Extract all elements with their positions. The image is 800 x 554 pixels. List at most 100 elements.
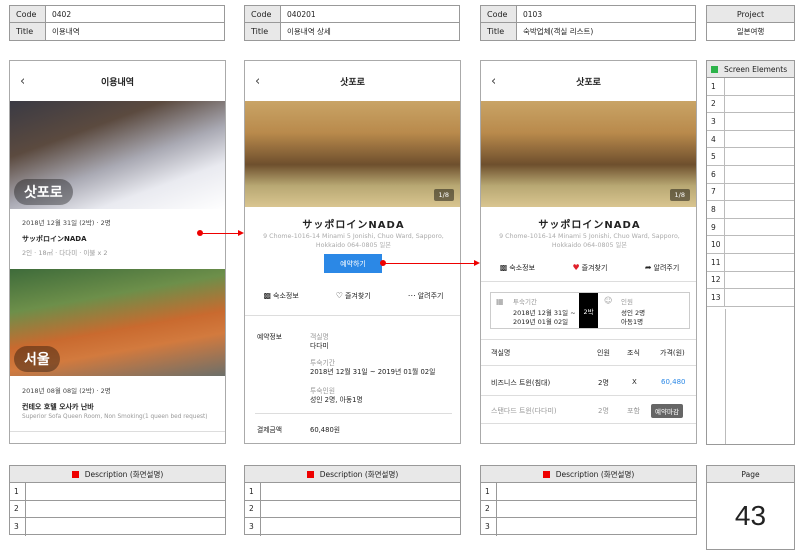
phone-room-list: ‹ 삿포로 1/8 サッポロインNADA 9 Chome-1016-14 Min… xyxy=(480,60,697,444)
col-price: 가격(원) xyxy=(660,349,685,357)
info-action[interactable]: ▩ 숙소정보 xyxy=(500,263,535,273)
phone-usage-history: ‹ 이용내역 삿포로 2018년 12월 31일 (2박) · 2명 サッポロイ… xyxy=(9,60,226,444)
project-label: Project xyxy=(707,6,794,23)
period-label: 투숙기간 xyxy=(513,298,537,306)
project-value: 일본여행 xyxy=(736,27,765,36)
title-text: Screen Elements xyxy=(724,64,788,74)
code-label: Code xyxy=(245,6,281,22)
period-value: 2018년 12월 31일 ~ 2019년 01월 02일 xyxy=(310,368,436,376)
favorite-label: 즐겨찾기 xyxy=(581,264,608,272)
city-badge: 삿포로 xyxy=(14,179,73,205)
title-text: Description (화면설명) xyxy=(319,469,399,479)
col-room: 객실명 xyxy=(491,349,511,357)
table-row: 스탠다드 트윈(다다미) 2명 포함 예약마감 xyxy=(481,399,696,421)
guests-line: 아동1명 xyxy=(621,318,644,326)
info-label: 숙소정보 xyxy=(273,292,299,300)
row-number: 7 xyxy=(707,183,725,201)
code-label: Code xyxy=(10,6,46,22)
back-arrow-icon[interactable]: ‹ xyxy=(20,74,25,89)
arrow-head-icon xyxy=(238,230,244,236)
row-number: 1 xyxy=(245,483,261,500)
row-number: 4 xyxy=(707,130,725,148)
guests-value: 성인 2명, 아동1명 xyxy=(310,396,363,404)
description-table-1: Description (화면설명) 1 2 3 xyxy=(9,465,226,536)
row-number: 1 xyxy=(707,78,725,95)
date-guest-selector[interactable]: ▦ 투숙기간 2018년 12월 31일 ~ 2019년 01월 02일 2박 … xyxy=(490,292,690,329)
row-number: 2 xyxy=(245,500,261,517)
divider xyxy=(481,365,696,366)
row-number: 11 xyxy=(707,253,725,271)
pay-label: 결제금액 xyxy=(257,426,283,434)
row-number: 9 xyxy=(707,218,725,236)
heart-filled-icon: ♥ xyxy=(572,263,580,272)
screen-header-1: Code 0402 Title 이용내역 xyxy=(9,5,225,41)
row-number: 3 xyxy=(481,518,497,536)
share-arrow-icon: ➦ xyxy=(644,263,652,272)
description-table-2: Description (화면설명) 1 2 3 xyxy=(244,465,461,536)
title-label: Title xyxy=(10,23,46,40)
title-label: Title xyxy=(245,23,281,40)
address-line: 9 Chome-1016-14 Minami 5 Jonishi, Chuo W… xyxy=(499,233,680,240)
screen-header-3: Code 0103 Title 숙박업체(객실 리스트) xyxy=(480,5,696,41)
description-title: Description (화면설명) xyxy=(10,466,225,483)
phone-header: ‹ 삿포로 xyxy=(245,61,460,101)
room-name: 스탠다드 트윈(다다미) xyxy=(491,407,557,415)
hotel-photo[interactable] xyxy=(481,101,696,207)
screen-elements-panel: Screen Elements 1 2 3 4 5 6 7 8 9 10 11 … xyxy=(706,60,795,445)
description-title: Description (화면설명) xyxy=(481,466,696,483)
red-square-icon xyxy=(71,470,79,478)
item-date: 2018년 12월 31일 (2박) · 2명 xyxy=(22,219,111,227)
hotel-photo[interactable] xyxy=(245,101,460,207)
page-title: 삿포로 xyxy=(576,77,601,88)
screen-header-2: Code 040201 Title 이용내역 상세 xyxy=(244,5,460,41)
share-action[interactable]: ⋯ 알려주기 xyxy=(408,291,444,301)
title-value: 이용내역 상세 xyxy=(287,27,331,36)
divider xyxy=(10,431,225,432)
project-box: Project 일본여행 xyxy=(706,5,795,41)
page-box: Page 43 xyxy=(706,465,795,550)
row-number: 6 xyxy=(707,165,725,183)
action-bar: ▩ 숙소정보 ♥ 즐겨찾기 ➦ 알려주기 xyxy=(481,263,696,273)
hotel-address: 9 Chome-1016-14 Minami 5 Jonishi, Chuo W… xyxy=(489,232,690,250)
screen-elements-title: Screen Elements xyxy=(707,61,794,78)
hotel-name: サッポロインNADA xyxy=(302,220,405,231)
divider xyxy=(481,339,696,340)
calendar-icon: ▦ xyxy=(496,297,504,306)
info-action[interactable]: ▩ 숙소정보 xyxy=(263,291,298,301)
favorite-action[interactable]: ♡ 즐겨찾기 xyxy=(336,291,371,301)
room-value: 다다미 xyxy=(310,342,329,350)
title-value: 숙박업체(객실 리스트) xyxy=(523,27,594,36)
item-info: Superior Sofa Queen Room, Non Smoking(1 … xyxy=(22,414,208,420)
page-title: 이용내역 xyxy=(100,77,135,88)
section-label: 예약정보 xyxy=(257,333,283,341)
hotel-name: サッポロインNADA xyxy=(538,220,641,231)
col-people: 인원 xyxy=(597,349,610,357)
hotel-address: 9 Chome-1016-14 Minami 5 Jonishi, Chuo W… xyxy=(253,232,454,250)
arrow-head-icon xyxy=(474,260,480,266)
divider xyxy=(245,315,460,316)
divider xyxy=(481,423,696,424)
item-name[interactable]: 컨테오 호텔 오사카 난바 xyxy=(22,402,94,412)
item-name[interactable]: サッポロインNADA xyxy=(22,234,87,244)
nights-badge: 2박 xyxy=(579,293,598,328)
back-arrow-icon[interactable]: ‹ xyxy=(491,74,496,89)
address-line: Hokkaido 064-0805 일본 xyxy=(551,242,628,249)
phone-header: ‹ 이용내역 xyxy=(10,61,225,101)
row-number: 3 xyxy=(245,518,261,536)
row-number: 13 xyxy=(707,289,725,306)
photo-counter: 1/8 xyxy=(669,189,690,201)
share-action[interactable]: ➦ 알려주기 xyxy=(645,263,679,273)
phone-header: ‹ 삿포로 xyxy=(481,61,696,101)
row-number: 3 xyxy=(10,518,26,536)
divider xyxy=(481,281,696,282)
book-button[interactable]: 예약하기 xyxy=(324,254,382,273)
room-price[interactable]: 60,480 xyxy=(661,378,686,386)
table-row[interactable]: 비즈니스 트윈(침대) 2명 X 60,480 xyxy=(481,371,696,393)
page-label: Page xyxy=(707,466,794,483)
address-line: Hokkaido 064-0805 일본 xyxy=(315,242,392,249)
action-bar: ▩ 숙소정보 ♡ 즐겨찾기 ⋯ 알려주기 xyxy=(245,291,460,301)
back-arrow-icon[interactable]: ‹ xyxy=(255,74,260,89)
item-date: 2018년 08월 08일 (2박) · 2명 xyxy=(22,387,111,395)
favorite-action[interactable]: ♥ 즐겨찾기 xyxy=(572,263,607,273)
green-square-icon xyxy=(711,65,718,73)
